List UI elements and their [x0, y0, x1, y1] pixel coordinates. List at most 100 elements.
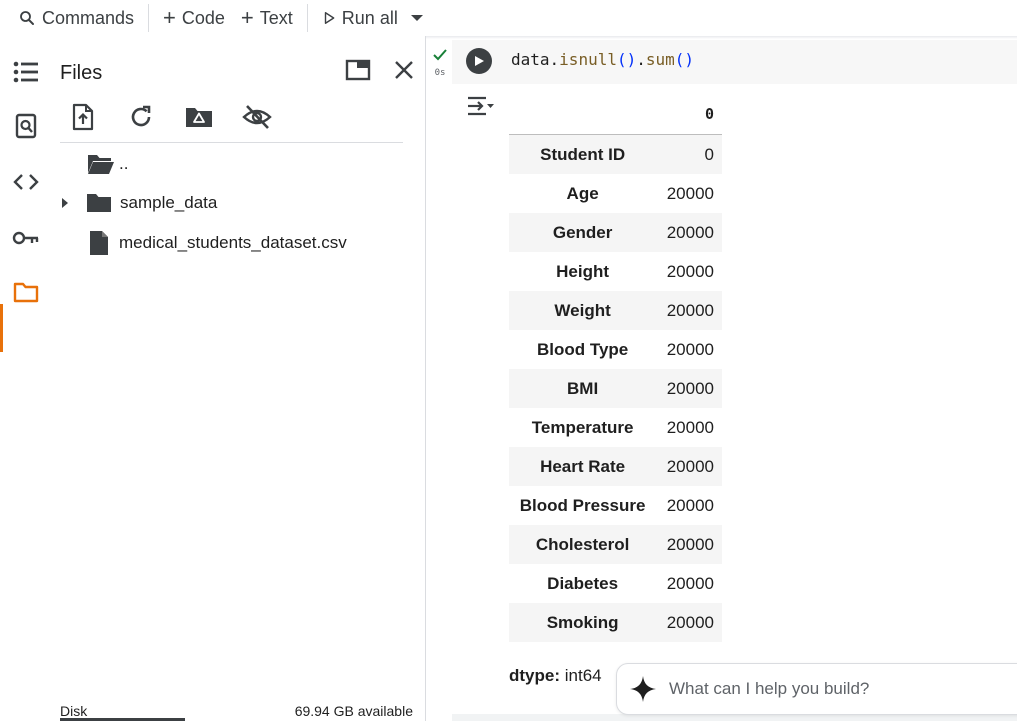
file-tree-item-parent[interactable]: ..: [52, 146, 425, 182]
toolbar-divider: [306, 4, 308, 32]
rail-files[interactable]: [8, 274, 44, 310]
code-function: sum: [645, 50, 675, 69]
row-value: 0: [704, 144, 714, 164]
row-label: Weight: [554, 300, 611, 320]
drive-folder-icon: [186, 108, 212, 127]
row-label: Diabetes: [547, 573, 619, 593]
output-actions-button[interactable]: [466, 94, 494, 118]
close-icon: [395, 61, 413, 79]
row-label: Gender: [552, 222, 613, 242]
row-value: 20000: [666, 417, 714, 437]
table-row: Cholesterol 20000: [509, 525, 722, 564]
table-row: Gender 20000: [509, 213, 722, 252]
dtype-line: dtype: int64: [509, 666, 602, 686]
search-icon: [20, 11, 34, 25]
table-row: Temperature 20000: [509, 408, 722, 447]
table-row: Heart Rate 20000: [509, 447, 722, 486]
dtype-label: dtype:: [509, 666, 560, 685]
table-corner-cell: [509, 94, 657, 135]
run-options-dropdown[interactable]: [406, 4, 428, 32]
commands-button[interactable]: Commands: [10, 4, 142, 32]
cell-status: 0s: [432, 48, 448, 78]
row-value: 20000: [666, 222, 714, 242]
check-icon: [433, 49, 447, 61]
code-paren: (): [616, 50, 637, 69]
upload-file-icon: [72, 103, 94, 131]
row-value: 20000: [666, 534, 714, 554]
table-row: Diabetes 20000: [509, 564, 722, 603]
add-text-button[interactable]: + Text: [233, 4, 301, 32]
rail-secrets[interactable]: [8, 220, 44, 256]
add-code-button[interactable]: + Code: [155, 4, 233, 32]
row-value: 20000: [666, 612, 714, 632]
row-label: BMI: [567, 378, 599, 398]
run-cell-button[interactable]: [466, 48, 492, 74]
code-icon: [13, 174, 39, 190]
toolbar-shadow: [426, 36, 1017, 39]
code-function: isnull: [559, 50, 617, 69]
files-panel: Files .. sample_data medical_students_da…: [52, 36, 425, 721]
sparkle-icon: [630, 676, 656, 702]
rail-find[interactable]: [8, 108, 44, 144]
ai-prompt-input[interactable]: [667, 678, 1001, 700]
row-label: Blood Pressure: [519, 495, 646, 515]
ai-prompt-box[interactable]: [616, 663, 1017, 715]
rail-code-snippets[interactable]: [8, 164, 44, 200]
file-tree-item-csv[interactable]: medical_students_dataset.csv: [52, 225, 425, 261]
next-cell-strip: [452, 714, 1017, 721]
play-outline-icon: [324, 12, 335, 24]
run-all-button[interactable]: Run all: [314, 4, 406, 32]
code-object: data.: [511, 50, 560, 69]
side-rail: [0, 36, 52, 721]
rail-active-indicator: [0, 304, 3, 352]
table-row: Height 20000: [509, 252, 722, 291]
code-text[interactable]: data.isnull().sum(): [511, 50, 694, 69]
table-row: Blood Type 20000: [509, 330, 722, 369]
disk-label: Disk: [60, 703, 88, 719]
mount-drive-button[interactable]: [182, 100, 216, 134]
cell-exec-time: 0s: [434, 68, 446, 78]
list-icon: [13, 61, 38, 83]
folder-icon: [13, 282, 39, 303]
caret-right-icon: [62, 198, 68, 208]
row-label: Cholesterol: [535, 534, 630, 554]
row-value: 20000: [666, 183, 714, 203]
table-column-header: 0: [656, 94, 722, 135]
upload-file-button[interactable]: [66, 100, 100, 134]
table-row: Blood Pressure 20000: [509, 486, 722, 525]
disk-available: 69.94 GB available: [294, 703, 413, 719]
row-value: 20000: [666, 573, 714, 593]
row-value: 20000: [666, 339, 714, 359]
toolbar: Commands + Code + Text Run all: [0, 0, 1017, 36]
rail-table-of-contents[interactable]: [8, 54, 44, 90]
row-label: Height: [556, 261, 610, 281]
row-value: 20000: [666, 261, 714, 281]
row-label: Temperature: [531, 417, 634, 437]
run-all-label: Run all: [341, 7, 398, 28]
row-label: Heart Rate: [540, 456, 626, 476]
row-value: 20000: [666, 300, 714, 320]
files-panel-title: Files: [60, 62, 103, 84]
output-dataframe: 0 Student ID 0 Age 20000 Gender 20000 Heigh…: [509, 94, 722, 642]
refresh-button[interactable]: [124, 100, 158, 134]
refresh-icon: [131, 105, 151, 127]
code-label: Code: [181, 7, 225, 28]
find-document-icon: [15, 113, 37, 139]
open-in-tab-button[interactable]: [342, 54, 374, 86]
close-panel-button[interactable]: [388, 54, 420, 86]
toolbar-divider: [148, 4, 150, 32]
table-row: BMI 20000: [509, 369, 722, 408]
plus-icon: +: [240, 5, 254, 30]
file-tree-item-sample-data[interactable]: sample_data: [52, 185, 425, 221]
row-label: Blood Type: [536, 339, 629, 359]
eye-off-icon: [242, 105, 272, 129]
text-label: Text: [259, 7, 293, 28]
file-tree-item-label: sample_data: [120, 193, 218, 212]
row-label: Age: [566, 183, 599, 203]
panel-resize-handle[interactable]: [425, 36, 426, 721]
toggle-hidden-files-button[interactable]: [240, 100, 274, 134]
row-value: 20000: [666, 378, 714, 398]
dtype-value: int64: [564, 666, 602, 685]
table-row: Smoking 20000: [509, 603, 722, 642]
folder-icon: [87, 194, 111, 212]
